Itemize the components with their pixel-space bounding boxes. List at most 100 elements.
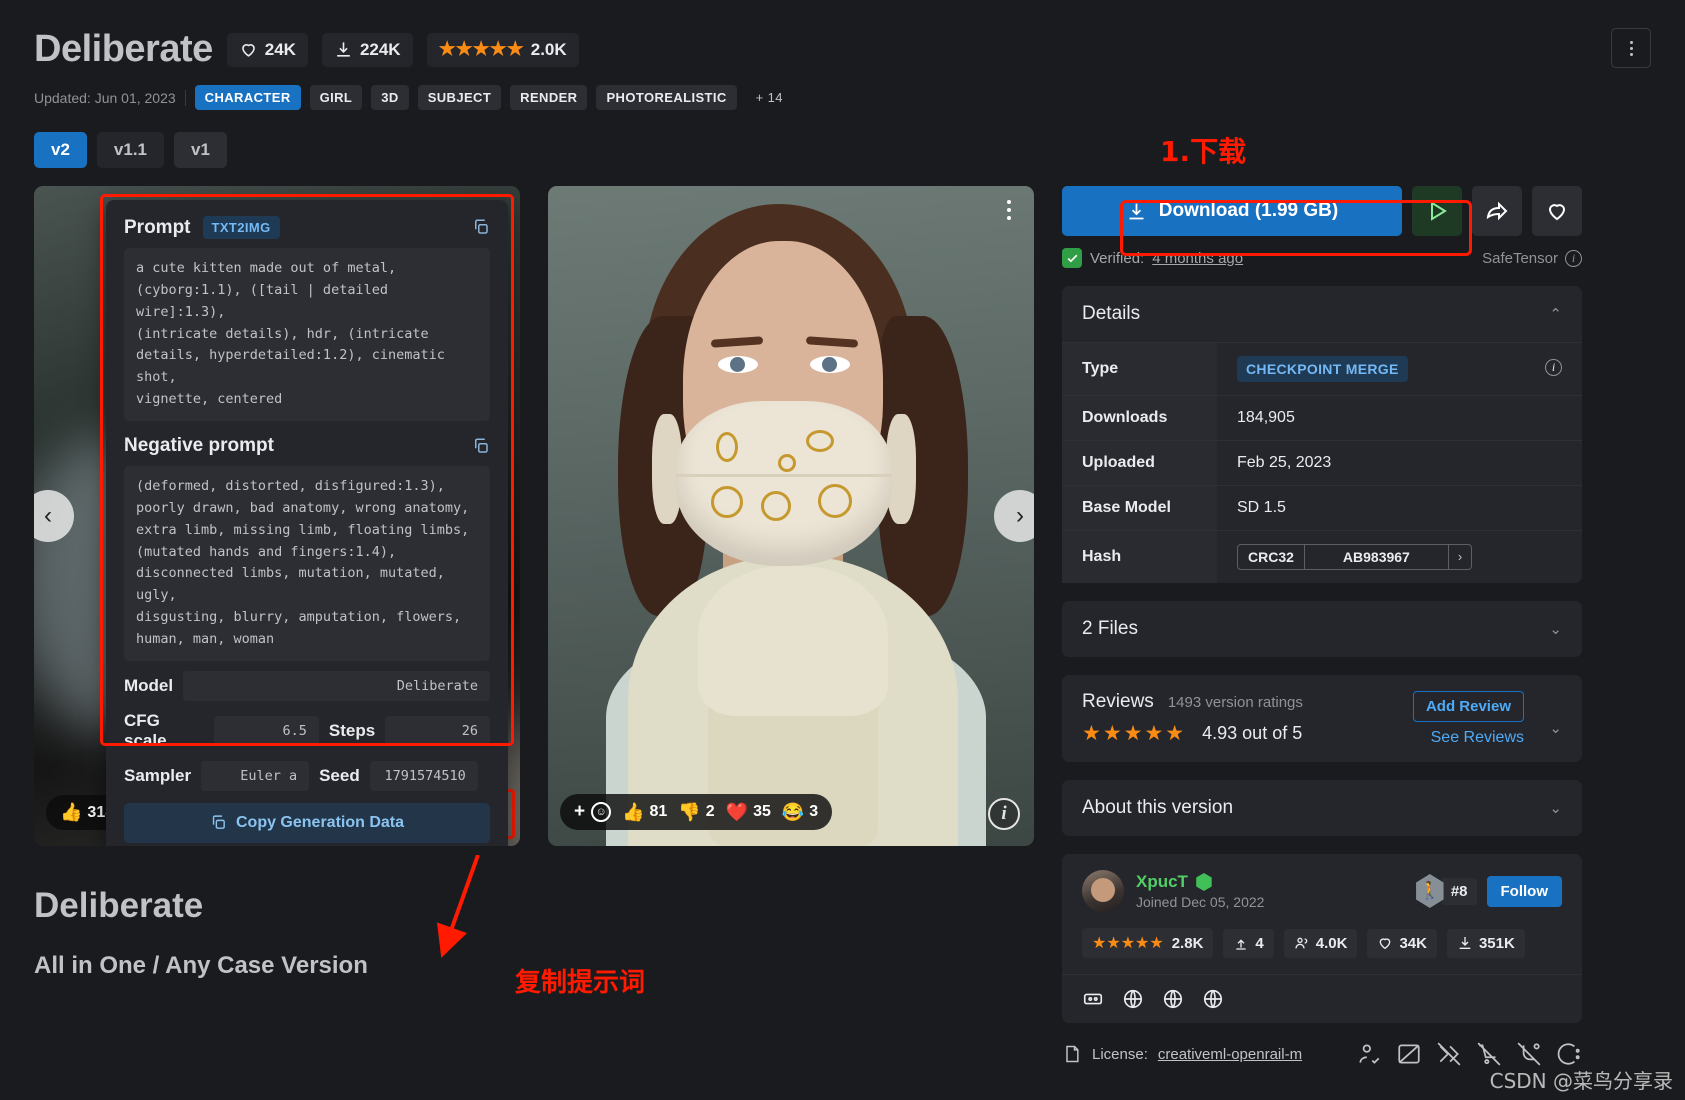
- image-info-button[interactable]: i: [988, 798, 1020, 830]
- rating-stat[interactable]: ★★★★★ 2.0K: [426, 32, 579, 67]
- download-button[interactable]: Download (1.99 GB): [1062, 186, 1402, 236]
- copy-generation-data-label: Copy Generation Data: [235, 813, 405, 831]
- globe-icon[interactable]: [1122, 988, 1144, 1010]
- tag-character[interactable]: CHARACTER: [194, 85, 301, 110]
- version-tab-v2[interactable]: v2: [34, 132, 87, 168]
- reaction-laugh[interactable]: 😂 3: [782, 802, 818, 823]
- sampler-seed-row: Sampler Euler a Seed 1791574510: [124, 760, 490, 791]
- copy-prompt-button[interactable]: [472, 218, 490, 241]
- reviews-stars-icon: ★★★★★: [1082, 722, 1187, 745]
- creator-downloads-count: 351K: [1478, 934, 1515, 952]
- hash-algo-label: CRC32: [1238, 545, 1305, 569]
- likes-stat[interactable]: 24K: [226, 32, 308, 67]
- tag-render[interactable]: RENDER: [510, 85, 588, 110]
- hash-value: AB983967: [1305, 545, 1449, 569]
- details-key-base-model: Base Model: [1062, 485, 1217, 531]
- verified-row: Verified: 4 months ago SafeTensor i: [1062, 248, 1582, 268]
- info-icon[interactable]: i: [1565, 249, 1582, 267]
- files-panel-header[interactable]: 2 Files ⌄: [1062, 601, 1582, 657]
- share-button[interactable]: [1472, 186, 1522, 236]
- no-cart-icon: [1477, 1042, 1501, 1066]
- sampler-value: Euler a: [201, 760, 310, 791]
- files-panel: 2 Files ⌄: [1062, 601, 1582, 657]
- globe-icon[interactable]: [1162, 988, 1184, 1010]
- reaction-thumbsup[interactable]: 👍 81: [622, 802, 667, 823]
- details-key-hash: Hash: [1062, 530, 1217, 583]
- creator-followers-count: 4.0K: [1315, 934, 1348, 952]
- run-model-button[interactable]: [1412, 186, 1462, 236]
- chevron-down-icon[interactable]: ⌄: [1549, 719, 1562, 737]
- hash-expand-button[interactable]: ›: [1449, 545, 1471, 569]
- gallery-card-2[interactable]: › + ☺ 👍 81 👎 2 ❤️ 35 😂 3 i: [548, 186, 1034, 846]
- mask-fold: [676, 474, 892, 477]
- negative-prompt-label: Negative prompt: [124, 435, 274, 457]
- about-version-header[interactable]: About this version ⌄: [1062, 780, 1582, 836]
- see-reviews-link[interactable]: See Reviews: [1431, 729, 1524, 747]
- add-reaction-button[interactable]: + ☺: [574, 801, 612, 823]
- creator-name-row[interactable]: XpucT: [1136, 872, 1264, 892]
- reaction-count: 81: [649, 803, 668, 820]
- table-row: Type CHECKPOINT MERGE i: [1062, 342, 1582, 396]
- table-row: Hash CRC32 AB983967 ›: [1062, 530, 1582, 583]
- verified-time-link[interactable]: 4 months ago: [1152, 250, 1243, 267]
- follow-button[interactable]: Follow: [1486, 875, 1562, 907]
- heart-icon: [1380, 938, 1391, 950]
- page-header: Deliberate 24K 224K ★★★★★ 2.0K Updated: …: [0, 0, 1685, 168]
- add-review-button[interactable]: Add Review: [1412, 691, 1524, 722]
- image-cards: ‹ 👍 318 👎 12 ❤️ 205: [34, 186, 1034, 846]
- smiley-icon: ☺: [591, 802, 612, 822]
- gold-ornament: [761, 491, 791, 521]
- details-value-hash-cell: CRC32 AB983967 ›: [1217, 530, 1582, 583]
- copy-negative-prompt-button[interactable]: [472, 437, 490, 460]
- version-tab-v1[interactable]: v1: [174, 132, 227, 168]
- safetensor-status: SafeTensor i: [1482, 249, 1582, 267]
- creator-rank-value: #8: [1441, 877, 1477, 905]
- heart-icon: [1548, 204, 1566, 221]
- model-row: Model Deliberate: [124, 670, 490, 701]
- tag-3d[interactable]: 3D: [371, 85, 409, 110]
- discord-icon[interactable]: [1082, 988, 1104, 1010]
- downloads-stat[interactable]: 224K: [321, 32, 413, 67]
- cfg-scale-value: 6.5: [214, 715, 319, 746]
- copy-generation-data-button[interactable]: Copy Generation Data: [124, 802, 490, 843]
- table-row: Uploaded Feb 25, 2023: [1062, 440, 1582, 486]
- creator-rating-count: 2.8K: [1171, 934, 1204, 952]
- table-row: Base Model SD 1.5: [1062, 485, 1582, 531]
- license-link[interactable]: creativeml-openrail-m: [1158, 1046, 1302, 1063]
- info-icon[interactable]: i: [1545, 359, 1562, 376]
- favorite-button[interactable]: [1532, 186, 1582, 236]
- card-menu-button[interactable]: [998, 200, 1020, 220]
- creator-social-links: [1062, 974, 1582, 1023]
- tag-subject[interactable]: SUBJECT: [417, 85, 502, 110]
- type-badge: CHECKPOINT MERGE: [1237, 356, 1408, 382]
- cfg-steps-row: CFG scale 6.5 Steps 26: [124, 710, 491, 751]
- gallery-card-1[interactable]: ‹ 👍 318 👎 12 ❤️ 205: [34, 186, 520, 846]
- users-icon: [1295, 937, 1308, 949]
- reviews-score: 4.93 out of 5: [1202, 723, 1303, 743]
- kebab-dot: [1007, 208, 1011, 212]
- no-credit-icon: [1359, 1044, 1380, 1064]
- tag-girl[interactable]: GIRL: [309, 85, 363, 110]
- license-change-icon: [1557, 1043, 1580, 1065]
- kebab-dot: [1007, 200, 1011, 204]
- reaction-thumbsdown[interactable]: 👎 2: [678, 802, 714, 823]
- creator-rank: 🚶 #8: [1414, 874, 1477, 908]
- rating-count: 2.0K: [530, 39, 567, 59]
- page-menu-button[interactable]: [1611, 28, 1651, 68]
- updated-date: Updated: Jun 01, 2023: [34, 89, 186, 106]
- avatar[interactable]: [1082, 870, 1124, 912]
- cfg-scale-label: CFG scale: [124, 710, 167, 750]
- creator-joined: Joined Dec 05, 2022: [1136, 894, 1265, 910]
- details-panel-header[interactable]: Details ⌃: [1062, 286, 1582, 342]
- safetensor-label: SafeTensor: [1482, 249, 1558, 267]
- download-button-label: Download (1.99 GB): [1158, 200, 1339, 221]
- version-tab-v11[interactable]: v1.1: [96, 132, 165, 168]
- reaction-heart[interactable]: ❤️ 35: [726, 802, 771, 823]
- globe-icon[interactable]: [1202, 988, 1224, 1010]
- chevron-up-icon: ⌃: [1549, 306, 1562, 323]
- tag-more[interactable]: + 14: [746, 85, 793, 110]
- sampler-label: Sampler: [124, 765, 192, 785]
- reviews-count: 1493 version ratings: [1167, 694, 1303, 711]
- reviews-panel: Reviews 1493 version ratings ★★★★★ 4.93 …: [1062, 675, 1582, 762]
- tag-photorealistic[interactable]: PHOTOREALISTIC: [596, 85, 737, 110]
